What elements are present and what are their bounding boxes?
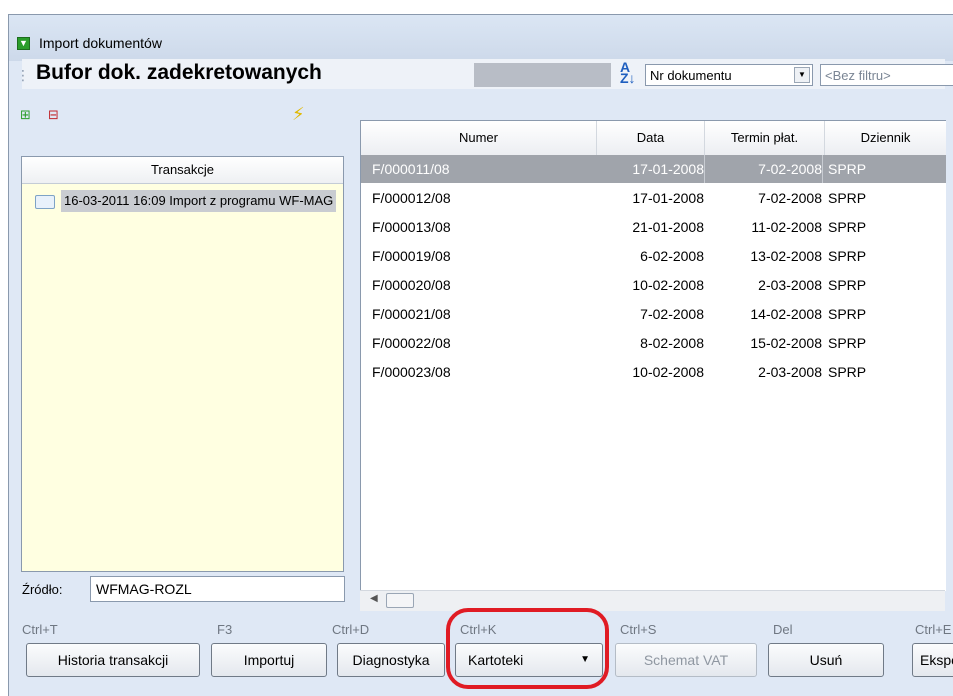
delete-button[interactable]: Usuń (768, 643, 884, 677)
cell-data: 17-01-2008 (632, 190, 704, 206)
chevron-down-icon[interactable]: ▼ (794, 67, 810, 83)
transactions-panel: Transakcje 16-03-2011 16:09 Import z pro… (21, 156, 344, 572)
history-button[interactable]: Historia transakcji (26, 643, 200, 677)
table-row[interactable]: F/000012/08 17-01-2008 7-02-2008 SPRP (361, 184, 946, 212)
export-button[interactable]: Eksportuj (912, 643, 953, 677)
cell-numer: F/000022/08 (372, 335, 451, 351)
cell-termin: 7-02-2008 (758, 190, 822, 206)
chevron-down-icon: ▼ (580, 654, 590, 665)
scroll-thumb[interactable] (386, 593, 414, 608)
cell-dziennik: SPRP (828, 335, 867, 351)
lightning-icon[interactable]: ⚡ (292, 104, 305, 125)
kartoteki-dropdown-button[interactable]: Kartoteki ▼ (455, 643, 603, 677)
diagnostics-button[interactable]: Diagnostyka (337, 643, 445, 677)
cell-dziennik: SPRP (828, 161, 867, 177)
cell-dziennik: SPRP (828, 248, 867, 264)
cell-numer: F/000019/08 (372, 248, 451, 264)
vat-schema-button[interactable]: Schemat VAT (615, 643, 757, 677)
cell-dziennik: SPRP (828, 190, 867, 206)
shortcut-usun: Del (773, 622, 793, 637)
transactions-header[interactable]: Transakcje (22, 157, 343, 184)
column-dziennik[interactable]: Dziennik (825, 121, 946, 155)
folder-icon (35, 195, 55, 209)
cell-termin: 11-02-2008 (751, 219, 822, 235)
cell-data: 8-02-2008 (640, 335, 704, 351)
title-bar: ▼ Import dokumentów (9, 15, 953, 61)
shortcut-diagnostyka: Ctrl+D (332, 622, 370, 637)
cell-numer: F/000011/08 (372, 161, 450, 177)
cell-termin: 14-02-2008 (750, 306, 822, 322)
scroll-left-icon[interactable]: ◀ (370, 593, 378, 604)
cell-termin: 13-02-2008 (750, 248, 822, 264)
cell-data: 10-02-2008 (632, 277, 704, 293)
grid-header: Numer Data Termin płat. Dziennik (361, 121, 946, 156)
table-row[interactable]: F/000023/08 10-02-2008 2-03-2008 SPRP (361, 358, 946, 386)
search-box[interactable] (474, 63, 611, 87)
shortcut-historia: Ctrl+T (22, 622, 58, 637)
table-row[interactable]: F/000021/08 7-02-2008 14-02-2008 SPRP (361, 300, 946, 328)
page-title: Bufor dok. zadekretowanych (36, 61, 322, 84)
cell-data: 10-02-2008 (632, 364, 704, 380)
transaction-label: 16-03-2011 16:09 Import z programu WF-MA… (61, 190, 337, 212)
column-termin[interactable]: Termin płat. (705, 121, 825, 155)
sort-field-value: Nr dokumentu (650, 68, 732, 83)
source-field[interactable]: WFMAG-ROZL (90, 576, 345, 602)
cell-numer: F/000013/08 (372, 219, 451, 235)
cell-data: 7-02-2008 (640, 306, 704, 322)
import-button[interactable]: Importuj (211, 643, 327, 677)
collapse-tree-icon[interactable]: ⊟ (48, 107, 66, 123)
table-row[interactable]: F/000022/08 8-02-2008 15-02-2008 SPRP (361, 329, 946, 357)
table-row[interactable]: F/000019/08 6-02-2008 13-02-2008 SPRP (361, 242, 946, 270)
cell-termin: 2-03-2008 (758, 364, 822, 380)
import-icon: ▼ (17, 37, 30, 50)
cell-dziennik: SPRP (828, 277, 867, 293)
column-data[interactable]: Data (597, 121, 705, 155)
cell-numer: F/000020/08 (372, 277, 451, 293)
cell-data: 21-01-2008 (632, 219, 704, 235)
horizontal-scrollbar[interactable]: ◀ (360, 590, 945, 611)
table-row[interactable]: F/000013/08 21-01-2008 11-02-2008 SPRP (361, 213, 946, 241)
sort-field-select[interactable]: Nr dokumentu ▼ (645, 64, 813, 86)
cell-termin: 2-03-2008 (758, 277, 822, 293)
column-numer[interactable]: Numer (361, 121, 597, 155)
kartoteki-label: Kartoteki (468, 652, 524, 668)
table-row[interactable]: F/000011/08 17-01-2008 7-02-2008 SPRP (361, 155, 946, 183)
cell-termin: 15-02-2008 (750, 335, 822, 351)
shortcut-importuj: F3 (217, 622, 233, 637)
expand-tree-icon[interactable]: ⊞ (20, 107, 38, 123)
cell-numer: F/000012/08 (372, 190, 451, 206)
cell-termin: 7-02-2008 (704, 155, 823, 183)
cell-numer: F/000023/08 (372, 364, 451, 380)
shortcut-schemat: Ctrl+S (620, 622, 657, 637)
table-row[interactable]: F/000020/08 10-02-2008 2-03-2008 SPRP (361, 271, 946, 299)
window-title: Import dokumentów (39, 35, 162, 51)
cell-dziennik: SPRP (828, 364, 867, 380)
sort-az-icon[interactable]: A Z↓ (620, 60, 636, 85)
header-toolbar: ⋮ Bufor dok. zadekretowanych A Z↓ Nr doku… (16, 59, 953, 89)
source-label: Źródło: (22, 582, 63, 597)
cell-dziennik: SPRP (828, 306, 867, 322)
transaction-item[interactable]: 16-03-2011 16:09 Import z programu WF-MA… (27, 190, 340, 212)
cell-data: 6-02-2008 (640, 248, 704, 264)
cell-dziennik: SPRP (828, 219, 867, 235)
shortcut-eksportuj: Ctrl+E (915, 622, 952, 637)
cell-numer: F/000021/08 (372, 306, 451, 322)
cell-data: 17-01-2008 (597, 155, 705, 183)
toolbar-grip-icon[interactable]: ⋮ (16, 67, 30, 84)
documents-grid: Numer Data Termin płat. Dziennik F/00001… (360, 120, 946, 591)
filter-select[interactable]: <Bez filtru> (820, 64, 953, 86)
shortcut-kartoteki: Ctrl+K (460, 622, 497, 637)
